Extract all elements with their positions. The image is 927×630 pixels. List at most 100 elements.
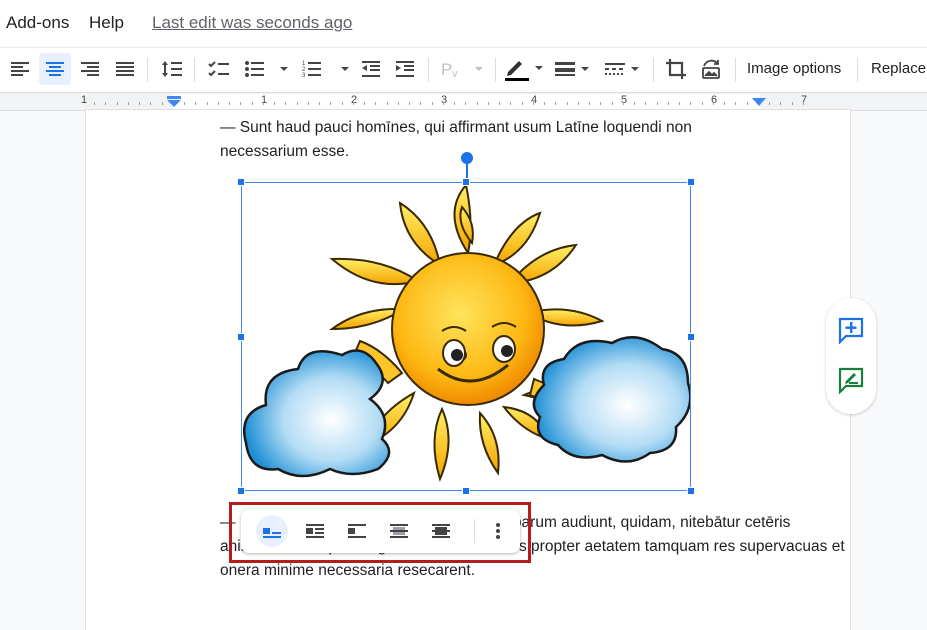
toolbar-divider: [147, 58, 148, 82]
ruler-tick: [477, 102, 478, 105]
add-comment-icon[interactable]: [837, 316, 865, 344]
resize-handle-right[interactable]: [687, 333, 695, 341]
svg-text:P: P: [441, 60, 452, 79]
increase-indent-button[interactable]: [391, 53, 419, 85]
rotate-handle[interactable]: [461, 152, 473, 164]
ruler-tick: [398, 102, 399, 105]
ruler-tick: [533, 102, 534, 105]
numbered-list-icon: 123: [302, 61, 349, 79]
menu-help[interactable]: Help: [89, 13, 124, 33]
numbered-list-button[interactable]: 123: [300, 53, 350, 85]
ruler-tick: [713, 102, 714, 105]
decrease-indent-icon: [362, 61, 380, 77]
ruler-tick: [567, 102, 568, 105]
border-color-button[interactable]: [503, 53, 547, 85]
resize-handle-bottom-right[interactable]: [687, 487, 695, 495]
justify-icon: [116, 62, 134, 76]
replace-image-button[interactable]: Replace: [871, 60, 926, 77]
ruler-tick: [499, 102, 500, 105]
right-indent-marker[interactable]: [752, 98, 766, 107]
ruler-tick: [769, 102, 770, 105]
bulleted-list-button[interactable]: [243, 53, 289, 85]
paragraph-line[interactable]: — Sunt haud pauci homīnes, qui affirmant…: [220, 116, 692, 140]
border-dash-icon: [605, 63, 639, 75]
decrease-indent-button[interactable]: [357, 53, 385, 85]
align-left-button[interactable]: [6, 53, 34, 85]
crop-image-button[interactable]: [662, 53, 690, 85]
side-action-panel: [826, 298, 876, 414]
ruler-number: 5: [621, 94, 628, 106]
ruler-tick: [387, 102, 388, 105]
ruler-tick: [702, 102, 703, 105]
ruler-tick: [285, 102, 286, 105]
ruler-tick: [657, 102, 658, 105]
resize-handle-top-left[interactable]: [237, 178, 245, 186]
ruler-tick: [555, 102, 556, 105]
ruler-tick: [432, 102, 433, 105]
clear-formatting-button[interactable]: Pv: [438, 53, 488, 85]
border-weight-icon: [555, 62, 589, 76]
ruler-tick: [443, 102, 444, 105]
ruler-tick: [645, 102, 646, 105]
clear-formatting-icon: Pv: [441, 60, 483, 79]
ruler-tick: [128, 102, 129, 105]
increase-indent-icon: [396, 61, 414, 77]
ruler-tick: [263, 102, 264, 105]
paragraph-line[interactable]: necessarium esse.: [220, 140, 349, 164]
image-options-button[interactable]: Image options: [747, 60, 841, 77]
ruler-number: 2: [351, 94, 358, 106]
toolbar-divider: [653, 58, 654, 82]
toolbar-divider: [194, 58, 195, 82]
ruler-tick: [735, 102, 736, 105]
ruler-tick: [252, 102, 253, 105]
ruler-tick: [747, 102, 748, 105]
resize-handle-left[interactable]: [237, 333, 245, 341]
ruler-tick: [207, 102, 208, 105]
toolbar-divider: [735, 58, 736, 82]
annotation-highlight-box: [229, 502, 531, 563]
ruler-tick: [218, 102, 219, 105]
resize-handle-bottom[interactable]: [462, 487, 470, 495]
ruler-tick: [679, 102, 680, 105]
ruler-tick: [488, 102, 489, 105]
ruler-tick: [342, 102, 343, 105]
reset-image-button[interactable]: [697, 53, 725, 85]
ruler-tick: [139, 102, 140, 105]
border-weight-button[interactable]: [553, 53, 593, 85]
menu-bar: Add-ons Help Last edit was seconds ago: [0, 0, 927, 46]
ruler-tick: [724, 102, 725, 105]
toolbar-divider: [428, 58, 429, 82]
checklist-button[interactable]: [205, 53, 233, 85]
svg-text:3: 3: [302, 73, 306, 79]
ruler-tick: [612, 102, 613, 105]
ruler-tick: [668, 102, 669, 105]
ruler-tick: [690, 102, 691, 105]
align-right-button[interactable]: [76, 53, 104, 85]
ruler-number: 1: [261, 94, 268, 106]
align-left-icon: [11, 62, 29, 76]
ruler-tick: [409, 102, 410, 105]
resize-handle-bottom-left[interactable]: [237, 487, 245, 495]
menu-addons[interactable]: Add-ons: [6, 13, 69, 33]
align-right-icon: [81, 62, 99, 76]
line-spacing-button[interactable]: [158, 53, 186, 85]
suggest-edits-icon[interactable]: [837, 366, 865, 394]
resize-handle-top[interactable]: [462, 178, 470, 186]
ruler-tick: [420, 102, 421, 105]
ruler-number: 1: [81, 94, 88, 106]
ruler-tick: [319, 102, 320, 105]
justify-button[interactable]: [111, 53, 139, 85]
ruler-tick: [330, 102, 331, 105]
reset-image-icon: [702, 59, 720, 79]
border-dash-button[interactable]: [603, 53, 645, 85]
resize-handle-top-right[interactable]: [687, 178, 695, 186]
align-center-button[interactable]: [39, 53, 71, 85]
ruler-tick: [510, 102, 511, 105]
ruler: 1 1 2 3 4 5 6 7: [0, 92, 927, 111]
ruler-tick: [803, 102, 804, 105]
line-spacing-icon: [162, 61, 182, 77]
left-indent-marker[interactable]: [166, 96, 182, 108]
last-edit-link[interactable]: Last edit was seconds ago: [152, 13, 352, 33]
ruler-number: 3: [441, 94, 448, 106]
ruler-tick: [308, 102, 309, 105]
